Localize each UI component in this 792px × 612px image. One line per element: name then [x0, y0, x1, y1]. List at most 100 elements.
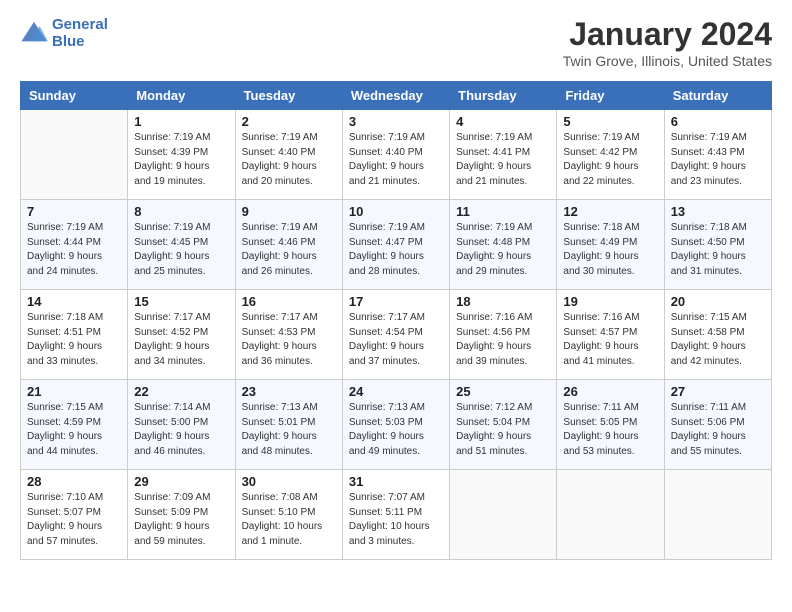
calendar-cell: 20 Sunrise: 7:15 AMSunset: 4:58 PMDayligh… [664, 290, 771, 380]
week-row-5: 28Sunrise: 7:10 AMSunset: 5:07 PMDayligh… [21, 470, 772, 560]
day-info: Sunrise: 7:19 AMSunset: 4:43 PMDaylight:… [671, 131, 765, 189]
day-info: Sunrise: 7:19 AMSunset: 4:42 PMDaylight:… [563, 131, 657, 189]
day-number: 21 [27, 384, 121, 399]
day-number: 7 [27, 204, 121, 219]
week-row-3: 14 Sunrise: 7:18 AMSunset: 4:51 PMDayligh… [21, 290, 772, 380]
calendar-cell [450, 470, 557, 560]
day-info: Sunrise: 7:18 AMSunset: 4:51 PMDaylight:… [27, 311, 121, 369]
day-info: Sunrise: 7:19 AMSunset: 4:47 PMDaylight:… [349, 221, 443, 279]
day-info: Sunrise: 7:17 AMSunset: 4:54 PMDaylight:… [349, 311, 443, 369]
day-number: 8 [134, 204, 228, 219]
day-info: Sunrise: 7:08 AMSunset: 5:10 PMDaylight:… [242, 491, 336, 549]
day-number: 31 [349, 474, 443, 489]
day-number: 12 [563, 204, 657, 219]
calendar-cell: 28Sunrise: 7:10 AMSunset: 5:07 PMDayligh… [21, 470, 128, 560]
day-info: Sunrise: 7:19 AMSunset: 4:45 PMDaylight:… [134, 221, 228, 279]
day-number: 18 [456, 294, 550, 309]
header-saturday: Saturday [664, 82, 771, 110]
day-info: Sunrise: 7:11 AMSunset: 5:06 PMDaylight:… [671, 401, 765, 459]
day-info: Sunrise: 7:12 AMSunset: 5:04 PMDaylight:… [456, 401, 550, 459]
calendar-cell: 19Sunrise: 7:16 AMSunset: 4:57 PMDayligh… [557, 290, 664, 380]
header-thursday: Thursday [450, 82, 557, 110]
day-number: 27 [671, 384, 765, 399]
calendar-cell [21, 110, 128, 200]
calendar-cell: 3 Sunrise: 7:19 AMSunset: 4:40 PMDaylight… [342, 110, 449, 200]
day-number: 14 [27, 294, 121, 309]
calendar-cell: 26 Sunrise: 7:11 AMSunset: 5:05 PMDayligh… [557, 380, 664, 470]
logo-icon [20, 19, 48, 47]
day-number: 29 [134, 474, 228, 489]
day-number: 17 [349, 294, 443, 309]
day-number: 10 [349, 204, 443, 219]
week-row-2: 7 Sunrise: 7:19 AMSunset: 4:44 PMDaylight… [21, 200, 772, 290]
calendar-cell: 6Sunrise: 7:19 AMSunset: 4:43 PMDaylight… [664, 110, 771, 200]
day-info: Sunrise: 7:15 AMSunset: 4:58 PMDaylight:… [671, 311, 765, 369]
header: General Blue January 2024 Twin Grove, Il… [20, 16, 772, 69]
header-monday: Monday [128, 82, 235, 110]
main-title: January 2024 [563, 16, 772, 53]
day-number: 11 [456, 204, 550, 219]
day-number: 20 [671, 294, 765, 309]
day-info: Sunrise: 7:19 AMSunset: 4:44 PMDaylight:… [27, 221, 121, 279]
calendar-table: SundayMondayTuesdayWednesdayThursdayFrid… [20, 81, 772, 560]
day-info: Sunrise: 7:19 AMSunset: 4:40 PMDaylight:… [349, 131, 443, 189]
day-info: Sunrise: 7:15 AMSunset: 4:59 PMDaylight:… [27, 401, 121, 459]
day-number: 5 [563, 114, 657, 129]
day-info: Sunrise: 7:19 AMSunset: 4:48 PMDaylight:… [456, 221, 550, 279]
calendar-cell: 10 Sunrise: 7:19 AMSunset: 4:47 PMDayligh… [342, 200, 449, 290]
subtitle: Twin Grove, Illinois, United States [563, 53, 772, 69]
calendar-cell: 31Sunrise: 7:07 AMSunset: 5:11 PMDayligh… [342, 470, 449, 560]
day-info: Sunrise: 7:18 AMSunset: 4:50 PMDaylight:… [671, 221, 765, 279]
day-number: 28 [27, 474, 121, 489]
day-number: 4 [456, 114, 550, 129]
calendar-cell: 30Sunrise: 7:08 AMSunset: 5:10 PMDayligh… [235, 470, 342, 560]
calendar-cell: 23 Sunrise: 7:13 AMSunset: 5:01 PMDayligh… [235, 380, 342, 470]
day-number: 15 [134, 294, 228, 309]
calendar-cell: 9 Sunrise: 7:19 AMSunset: 4:46 PMDaylight… [235, 200, 342, 290]
calendar-cell: 17 Sunrise: 7:17 AMSunset: 4:54 PMDayligh… [342, 290, 449, 380]
day-number: 24 [349, 384, 443, 399]
day-number: 19 [563, 294, 657, 309]
day-info: Sunrise: 7:11 AMSunset: 5:05 PMDaylight:… [563, 401, 657, 459]
logo-text: General Blue [52, 16, 108, 50]
calendar-cell: 5 Sunrise: 7:19 AMSunset: 4:42 PMDaylight… [557, 110, 664, 200]
calendar-cell: 7 Sunrise: 7:19 AMSunset: 4:44 PMDaylight… [21, 200, 128, 290]
calendar-cell: 15 Sunrise: 7:17 AMSunset: 4:52 PMDayligh… [128, 290, 235, 380]
day-info: Sunrise: 7:13 AMSunset: 5:03 PMDaylight:… [349, 401, 443, 459]
day-number: 26 [563, 384, 657, 399]
day-header-row: SundayMondayTuesdayWednesdayThursdayFrid… [21, 82, 772, 110]
day-number: 1 [134, 114, 228, 129]
day-number: 25 [456, 384, 550, 399]
day-info: Sunrise: 7:14 AMSunset: 5:00 PMDaylight:… [134, 401, 228, 459]
day-info: Sunrise: 7:19 AMSunset: 4:40 PMDaylight:… [242, 131, 336, 189]
day-info: Sunrise: 7:13 AMSunset: 5:01 PMDaylight:… [242, 401, 336, 459]
header-friday: Friday [557, 82, 664, 110]
calendar-cell [664, 470, 771, 560]
calendar-cell: 13 Sunrise: 7:18 AMSunset: 4:50 PMDayligh… [664, 200, 771, 290]
calendar-cell: 21 Sunrise: 7:15 AMSunset: 4:59 PMDayligh… [21, 380, 128, 470]
calendar-cell: 14 Sunrise: 7:18 AMSunset: 4:51 PMDayligh… [21, 290, 128, 380]
day-info: Sunrise: 7:19 AMSunset: 4:39 PMDaylight:… [134, 131, 228, 189]
calendar-cell: 11 Sunrise: 7:19 AMSunset: 4:48 PMDayligh… [450, 200, 557, 290]
calendar-cell: 29Sunrise: 7:09 AMSunset: 5:09 PMDayligh… [128, 470, 235, 560]
calendar-cell: 27 Sunrise: 7:11 AMSunset: 5:06 PMDayligh… [664, 380, 771, 470]
calendar-cell: 18 Sunrise: 7:16 AMSunset: 4:56 PMDayligh… [450, 290, 557, 380]
day-number: 9 [242, 204, 336, 219]
day-number: 3 [349, 114, 443, 129]
calendar-cell [557, 470, 664, 560]
day-number: 16 [242, 294, 336, 309]
day-number: 22 [134, 384, 228, 399]
day-number: 23 [242, 384, 336, 399]
day-info: Sunrise: 7:17 AMSunset: 4:53 PMDaylight:… [242, 311, 336, 369]
calendar-cell: 22 Sunrise: 7:14 AMSunset: 5:00 PMDayligh… [128, 380, 235, 470]
day-info: Sunrise: 7:19 AMSunset: 4:46 PMDaylight:… [242, 221, 336, 279]
header-sunday: Sunday [21, 82, 128, 110]
title-area: January 2024 Twin Grove, Illinois, Unite… [563, 16, 772, 69]
calendar-cell: 4 Sunrise: 7:19 AMSunset: 4:41 PMDaylight… [450, 110, 557, 200]
day-info: Sunrise: 7:19 AMSunset: 4:41 PMDaylight:… [456, 131, 550, 189]
day-number: 13 [671, 204, 765, 219]
day-info: Sunrise: 7:16 AMSunset: 4:56 PMDaylight:… [456, 311, 550, 369]
day-info: Sunrise: 7:18 AMSunset: 4:49 PMDaylight:… [563, 221, 657, 279]
day-number: 2 [242, 114, 336, 129]
day-info: Sunrise: 7:17 AMSunset: 4:52 PMDaylight:… [134, 311, 228, 369]
